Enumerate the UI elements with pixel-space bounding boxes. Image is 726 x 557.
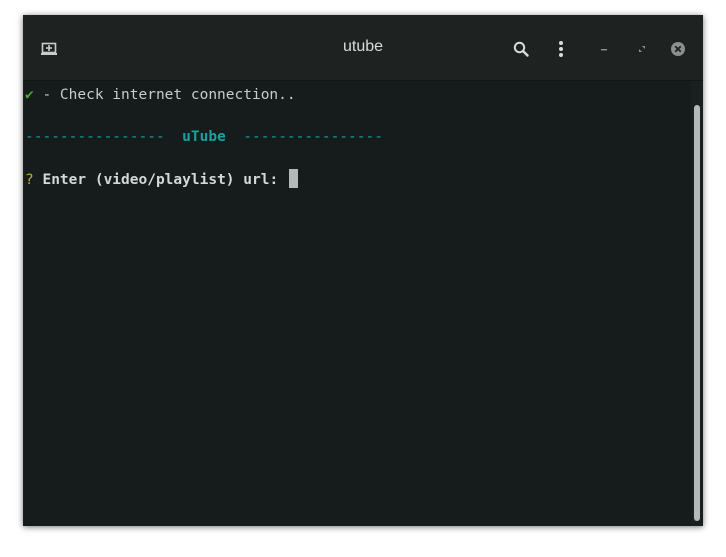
banner-dashes-left: ---------------- [25, 129, 165, 145]
check-mark: ✔ [25, 87, 34, 103]
prompt-text: Enter (video/playlist) url: [42, 172, 279, 188]
minimize-button[interactable] [595, 40, 613, 58]
close-button[interactable] [668, 39, 688, 59]
banner-app-name: uTube [182, 129, 226, 145]
menu-icon [559, 41, 563, 57]
maximize-button[interactable] [633, 40, 651, 58]
prompt-mark: ? [25, 172, 34, 188]
banner-line: ---------------- uTube ---------------- [25, 127, 383, 148]
text-cursor[interactable] [288, 169, 298, 188]
status-text: - Check internet connection.. [33, 87, 296, 103]
status-line: ✔ - Check internet connection.. [25, 85, 296, 106]
terminal-window: utube ✔ - Check internet connection.. --… [23, 15, 703, 526]
terminal-output[interactable]: ✔ - Check internet connection.. --------… [23, 81, 691, 526]
titlebar[interactable]: utube [23, 15, 703, 81]
scrollbar-thumb[interactable] [694, 105, 700, 521]
menu-button[interactable] [553, 39, 569, 59]
maximize-icon [639, 46, 645, 52]
prompt-line[interactable]: ? Enter (video/playlist) url: [25, 169, 298, 190]
minimize-icon [601, 49, 607, 51]
close-icon [671, 42, 685, 56]
search-button[interactable] [511, 39, 531, 59]
search-icon [513, 41, 529, 57]
scrollbar[interactable] [691, 81, 703, 526]
banner-dashes-right: ---------------- [243, 129, 383, 145]
